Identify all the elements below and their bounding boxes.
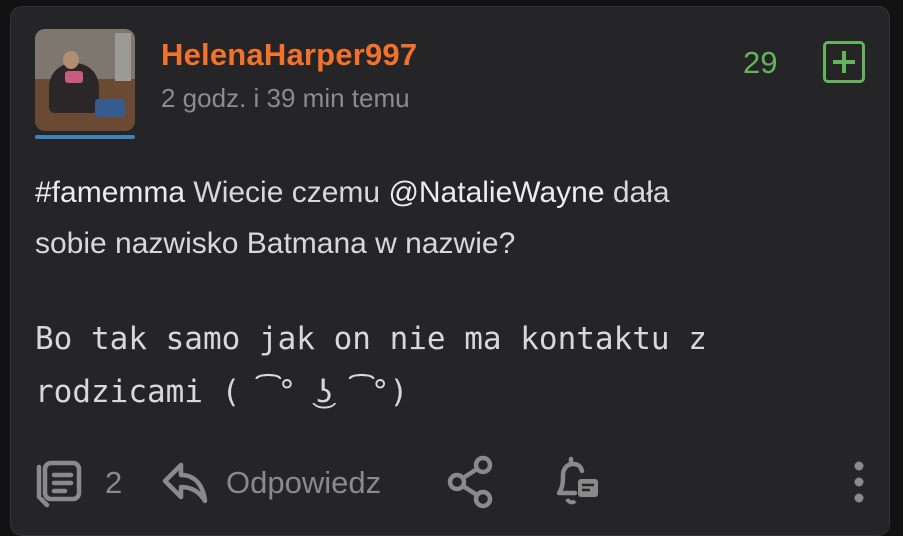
avatar[interactable] [35, 29, 135, 141]
hashtag-link[interactable]: #famemma [35, 176, 185, 209]
body-text-line: sobie nazwisko Batmana w nazwie? [35, 227, 516, 260]
post-code-block: Bo tak samo jak on nie ma kontaktu z rod… [35, 313, 875, 419]
avatar-status-bar [35, 135, 135, 139]
post-body: #famemma Wiecie czemu @NatalieWayne dała… [35, 167, 865, 269]
author-username[interactable]: HelenaHarper997 [161, 37, 417, 73]
reply-button[interactable]: Odpowiedz [226, 465, 381, 501]
share-icon[interactable] [445, 455, 497, 509]
post-timestamp[interactable]: 2 godz. i 39 min temu [161, 83, 410, 114]
post-card: HelenaHarper997 2 godz. i 39 min temu 29… [10, 6, 890, 536]
post-actions-bar: 2 Odpowiedz [11, 447, 891, 509]
body-text-segment: Wiecie czemu [185, 176, 389, 209]
more-vertical-icon[interactable] [849, 457, 869, 507]
avatar-image[interactable] [35, 29, 135, 131]
code-line: rodzicami ( ͡° ͜ʖ ͡°) [35, 374, 409, 410]
body-text-segment: dała [604, 176, 670, 209]
comments-icon[interactable] [33, 457, 93, 509]
comment-count[interactable]: 2 [105, 465, 122, 501]
vote-count[interactable]: 29 [743, 45, 777, 81]
notification-icon[interactable] [551, 455, 601, 509]
user-mention-link[interactable]: @NatalieWayne [388, 176, 604, 209]
upvote-button[interactable] [823, 41, 865, 83]
code-line: Bo tak samo jak on nie ma kontaktu z [35, 321, 707, 357]
reply-icon[interactable] [159, 457, 209, 507]
